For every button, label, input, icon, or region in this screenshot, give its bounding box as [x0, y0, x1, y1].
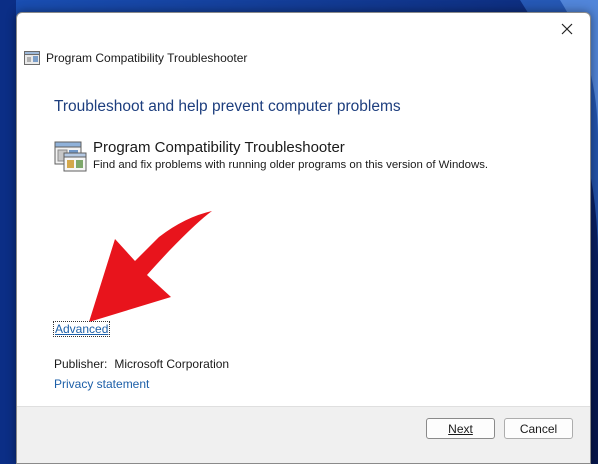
page-heading: Troubleshoot and help prevent computer p…	[54, 98, 401, 115]
close-icon	[561, 23, 573, 35]
next-button-label: Next	[448, 421, 473, 436]
troubleshooter-text: Program Compatibility Troubleshooter Fin…	[93, 139, 488, 173]
red-arrow-icon	[89, 211, 212, 322]
compatibility-troubleshooter-icon	[54, 141, 87, 172]
cancel-button[interactable]: Cancel	[504, 418, 573, 439]
troubleshooter-entry: Program Compatibility Troubleshooter Fin…	[54, 139, 488, 173]
publisher-info: Publisher: Microsoft Corporation	[54, 357, 229, 371]
publisher-label: Publisher:	[54, 357, 108, 371]
next-button[interactable]: Next	[426, 418, 495, 439]
troubleshooter-dialog: Program Compatibility Troubleshooter Tro…	[16, 12, 591, 464]
close-button[interactable]	[552, 17, 582, 41]
privacy-statement-link[interactable]: Privacy statement	[54, 377, 149, 391]
troubleshooter-name: Program Compatibility Troubleshooter	[93, 139, 345, 156]
title-bar: Program Compatibility Troubleshooter	[24, 49, 247, 67]
dialog-footer: Next Cancel	[17, 406, 590, 463]
troubleshooter-description: Find and fix problems with running older…	[93, 159, 489, 171]
compatibility-troubleshooter-icon	[24, 51, 40, 65]
advanced-link[interactable]: Advanced	[52, 321, 111, 337]
window-title: Program Compatibility Troubleshooter	[46, 51, 248, 65]
publisher-value: Microsoft Corporation	[114, 357, 230, 371]
